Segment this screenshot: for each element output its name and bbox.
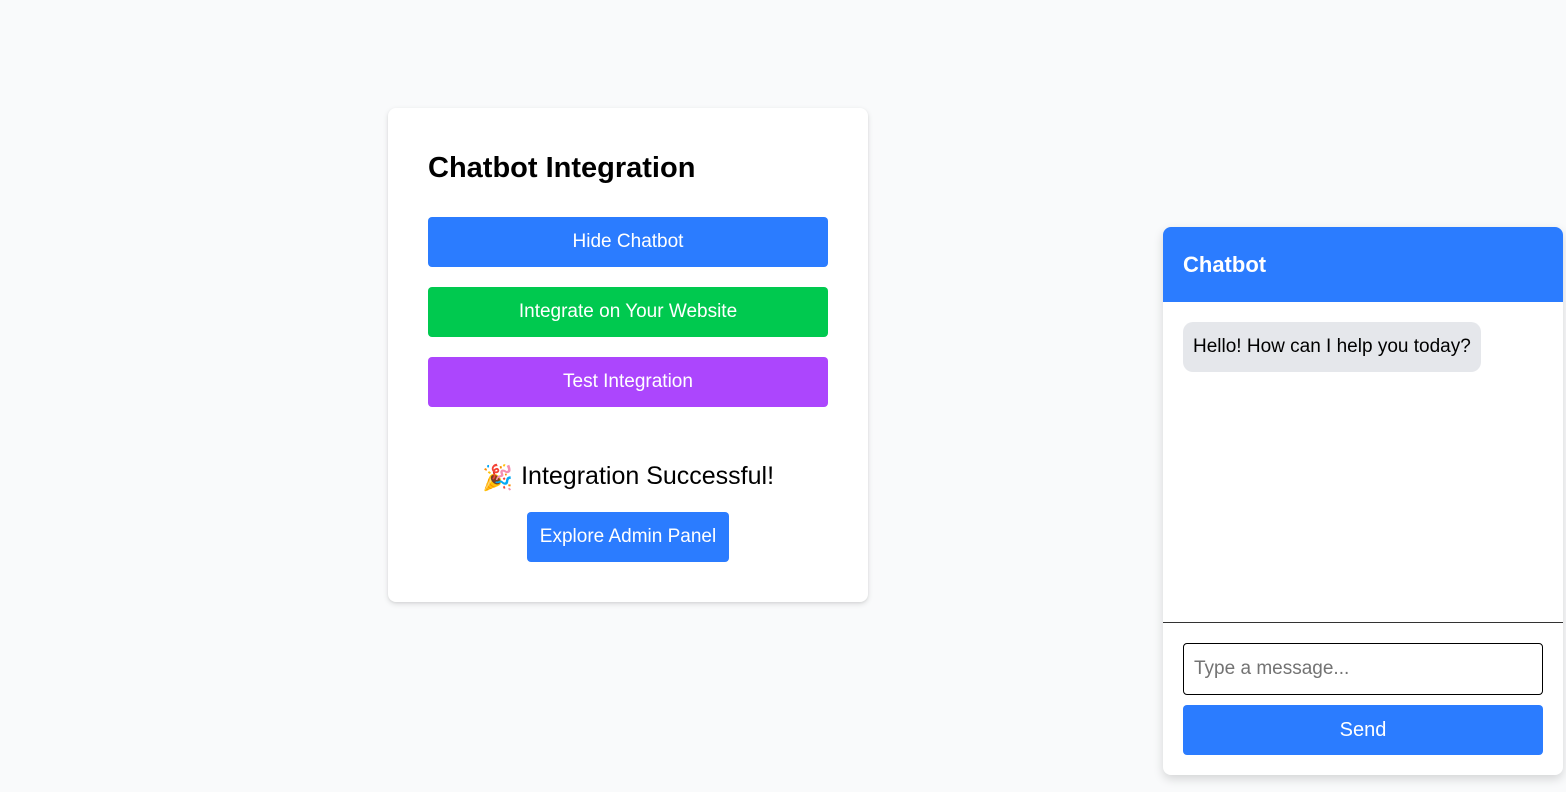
party-popper-icon: 🎉: [481, 464, 514, 492]
success-text: Integration Successful!: [521, 462, 775, 490]
chatbot-title: Chatbot: [1183, 251, 1267, 277]
send-button[interactable]: Send: [1183, 705, 1543, 755]
chatbot-widget: Chatbot Hello! How can I help you today?…: [1163, 227, 1563, 775]
chat-messages: Hello! How can I help you today?: [1163, 302, 1563, 622]
bot-message: Hello! How can I help you today?: [1183, 322, 1481, 372]
hide-chatbot-button[interactable]: Hide Chatbot: [428, 217, 828, 267]
success-message: 🎉 Integration Successful!: [388, 460, 868, 494]
message-input[interactable]: [1183, 643, 1543, 695]
chatbot-header: Chatbot: [1163, 227, 1563, 302]
explore-admin-panel-button[interactable]: Explore Admin Panel: [527, 512, 729, 562]
card-title: Chatbot Integration: [428, 152, 696, 184]
integrate-website-button[interactable]: Integrate on Your Website: [428, 287, 828, 337]
chat-divider: [1163, 622, 1563, 623]
test-integration-button[interactable]: Test Integration: [428, 357, 828, 407]
integration-card: Chatbot Integration Hide Chatbot Integra…: [388, 108, 868, 602]
